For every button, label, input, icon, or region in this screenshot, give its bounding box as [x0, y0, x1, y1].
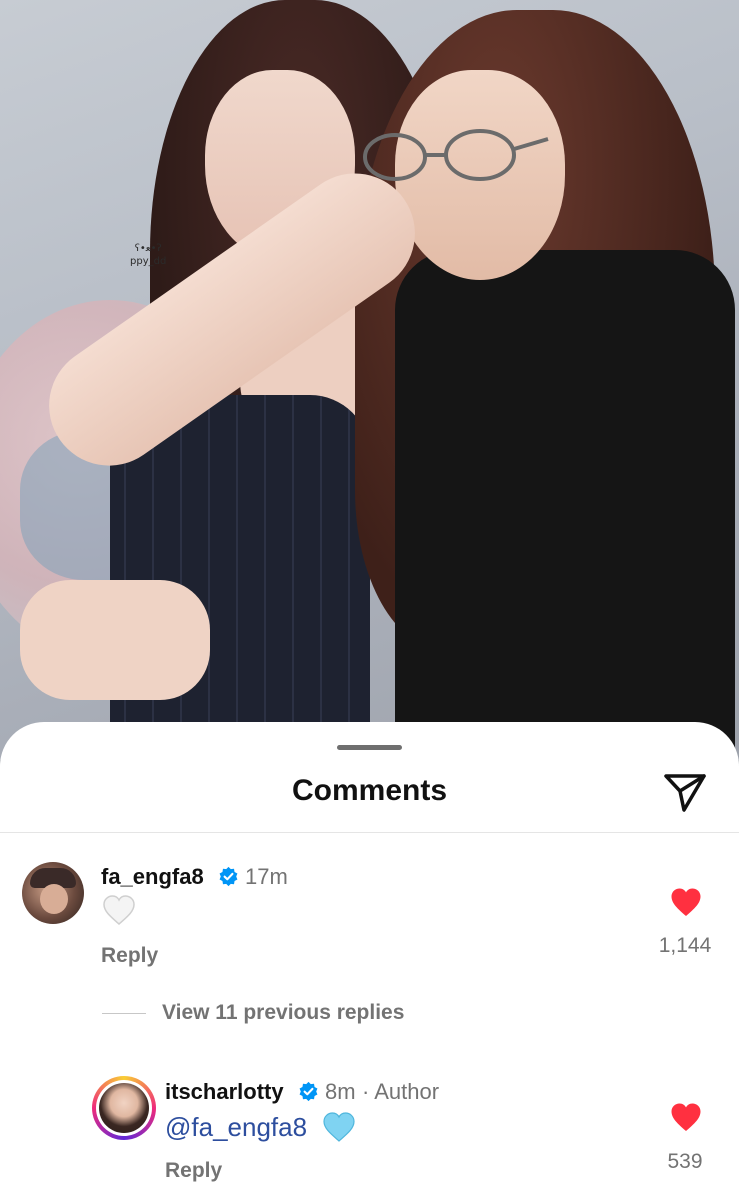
story-ring[interactable]	[92, 1076, 156, 1140]
like-heart-icon[interactable]	[670, 887, 702, 917]
view-previous-replies-button[interactable]: View 11 previous replies	[162, 1001, 404, 1025]
reply-button[interactable]: Reply	[165, 1159, 222, 1183]
author-label: · Author	[362, 1079, 440, 1104]
watermark: ʕ•ﻌ•ʔ ppy_dd	[130, 242, 166, 268]
post-photo: ʕ•ﻌ•ʔ ppy_dd	[0, 0, 739, 760]
clasped-hands	[20, 580, 210, 700]
comments-sheet: Comments fa_engfa8 17m Reply 1,144 View …	[0, 722, 739, 1200]
mention-link[interactable]: @fa_engfa8	[165, 1112, 307, 1143]
watermark-line1: ʕ•ﻌ•ʔ	[134, 243, 162, 254]
replies-divider-line	[102, 1013, 146, 1014]
like-count: 1,144	[658, 934, 712, 957]
verified-badge-icon	[219, 866, 238, 887]
drag-handle[interactable]	[337, 745, 402, 750]
comment-time: 17m	[245, 864, 288, 889]
reply-button[interactable]: Reply	[101, 944, 158, 968]
verified-badge-icon	[299, 1081, 318, 1102]
reply-username[interactable]: itscharlotty	[165, 1079, 284, 1105]
reply-time: 8m	[325, 1079, 356, 1104]
avatar-itscharlotty[interactable]	[96, 1080, 152, 1136]
header-divider	[0, 832, 739, 833]
glasses-icon	[363, 129, 549, 181]
white-heart-icon	[103, 895, 135, 925]
like-count: 539	[667, 1150, 703, 1173]
like-heart-icon[interactable]	[670, 1102, 702, 1132]
person-right-shirt	[395, 250, 735, 750]
comment-username[interactable]: fa_engfa8	[101, 864, 204, 890]
watermark-line2: ppy_dd	[130, 256, 167, 267]
sheet-title: Comments	[291, 774, 448, 807]
light-blue-heart-icon	[323, 1112, 355, 1142]
share-send-icon[interactable]	[662, 770, 708, 814]
avatar-fa-engfa8[interactable]	[22, 862, 84, 924]
